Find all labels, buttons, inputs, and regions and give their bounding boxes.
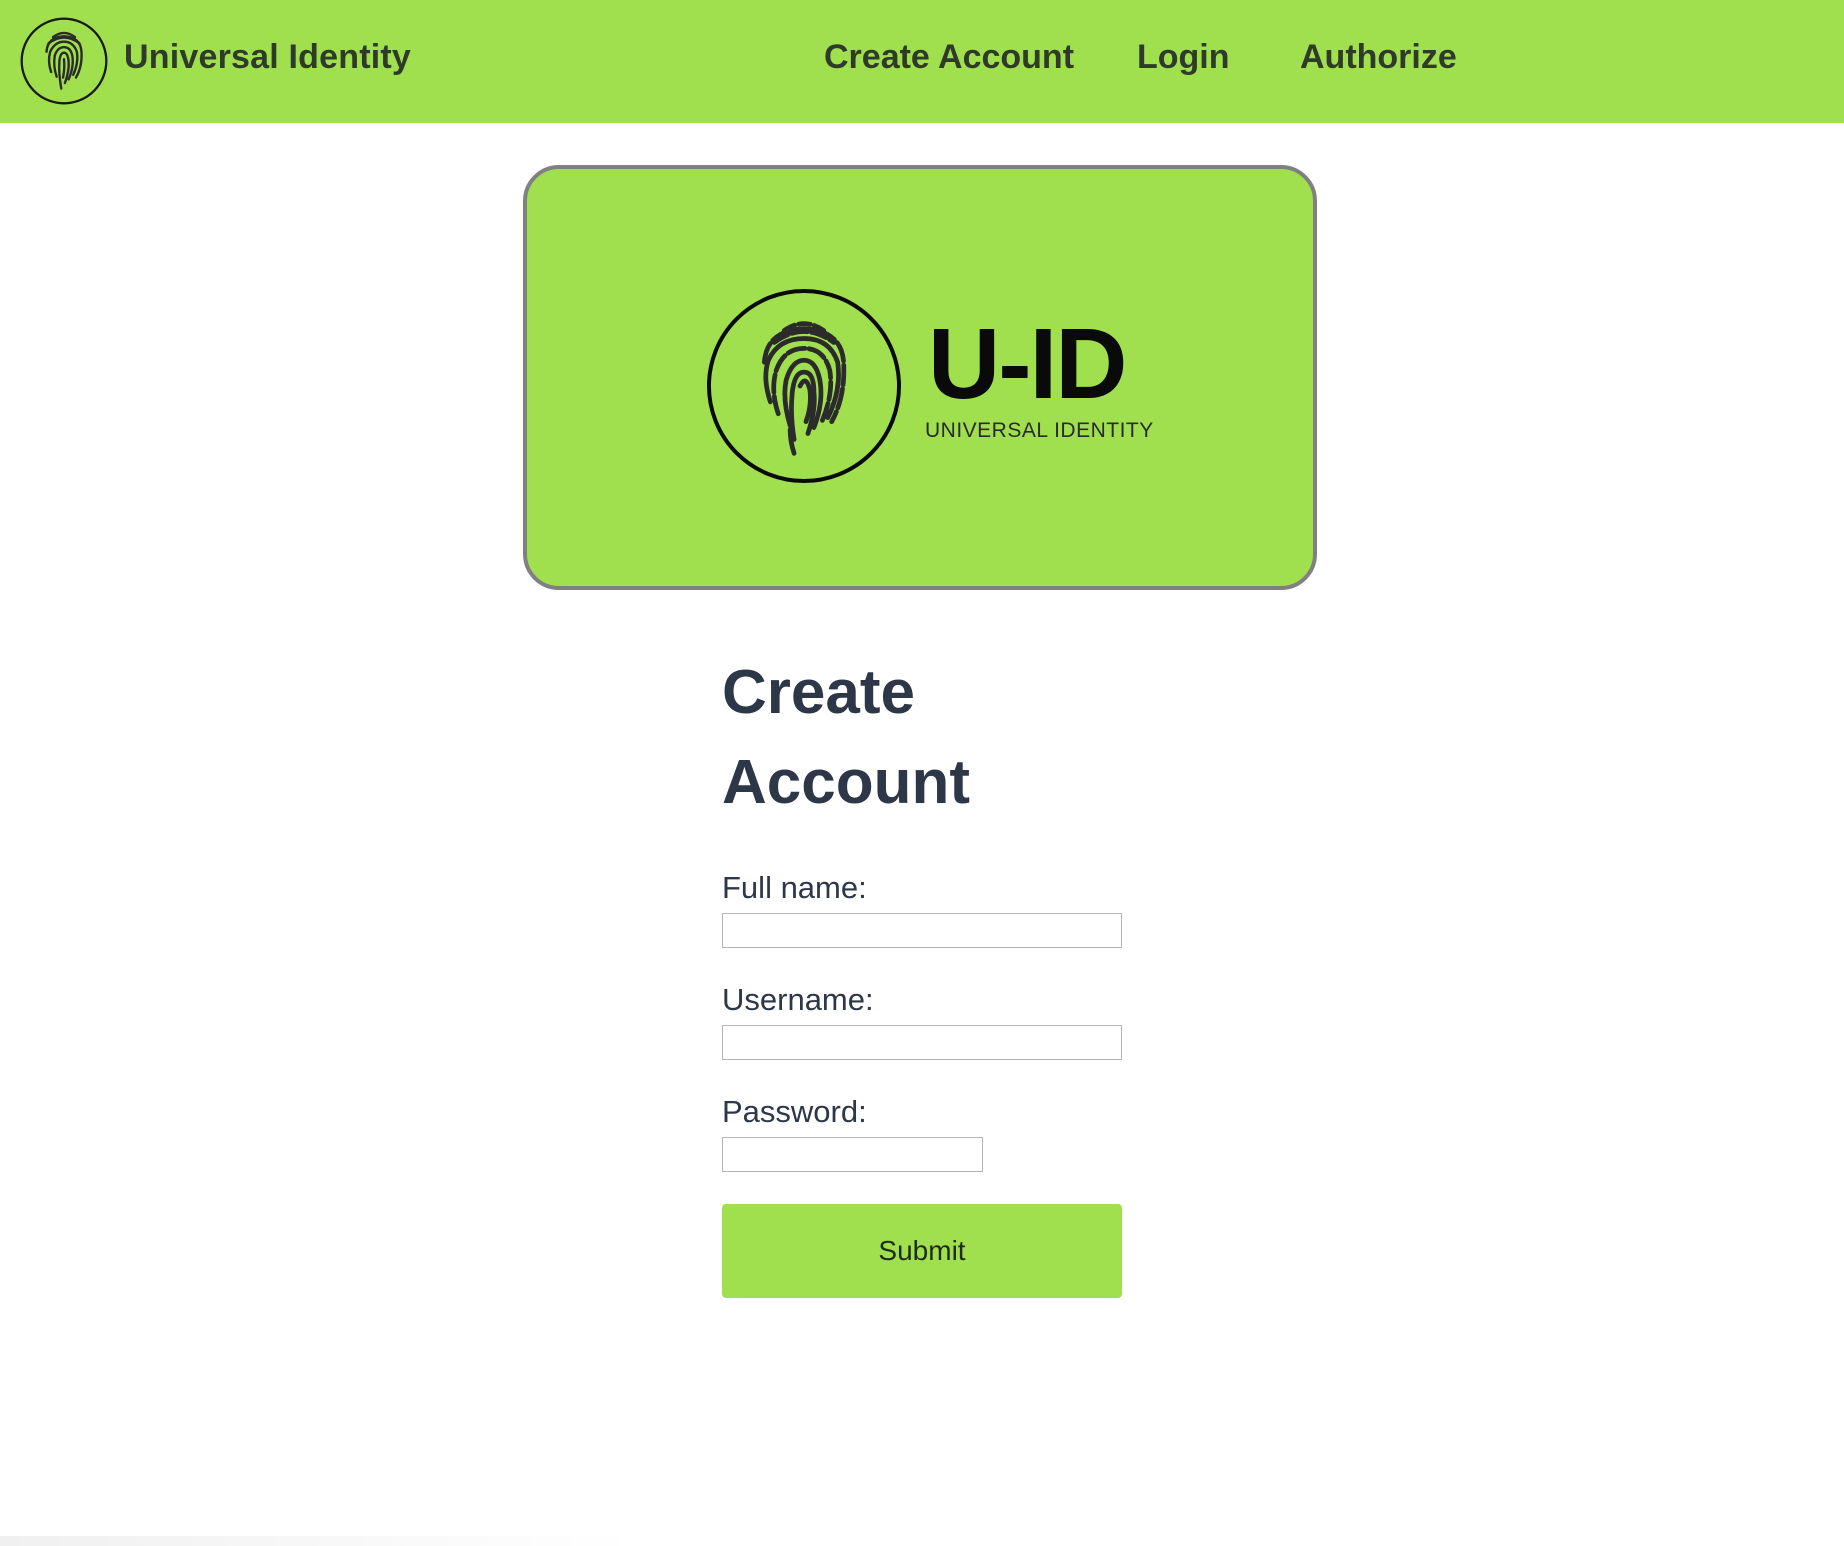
password-label: Password: bbox=[722, 1094, 867, 1129]
full-name-label: Full name: bbox=[722, 870, 867, 905]
nav-link-create-account[interactable]: Create Account bbox=[824, 38, 1074, 77]
username-label: Username: bbox=[722, 982, 874, 1017]
top-navbar: Universal Identity Create Account Login … bbox=[0, 0, 1844, 123]
password-input[interactable] bbox=[722, 1137, 983, 1172]
full-name-input[interactable] bbox=[722, 913, 1122, 948]
banner-title: U-ID bbox=[928, 308, 1128, 420]
nav-link-login[interactable]: Login bbox=[1137, 38, 1230, 77]
page-bottom-shadow bbox=[0, 1536, 640, 1546]
hero-banner: U-ID UNIVERSAL IDENTITY bbox=[523, 165, 1317, 590]
page-title: Create Account bbox=[722, 658, 970, 817]
fingerprint-logo-icon[interactable] bbox=[18, 15, 110, 107]
fingerprint-icon bbox=[706, 288, 902, 484]
banner-subtitle: UNIVERSAL IDENTITY bbox=[925, 419, 1154, 442]
nav-link-authorize[interactable]: Authorize bbox=[1300, 38, 1457, 77]
submit-button[interactable]: Submit bbox=[722, 1204, 1122, 1298]
username-input[interactable] bbox=[722, 1025, 1122, 1060]
brand-name[interactable]: Universal Identity bbox=[124, 38, 411, 77]
